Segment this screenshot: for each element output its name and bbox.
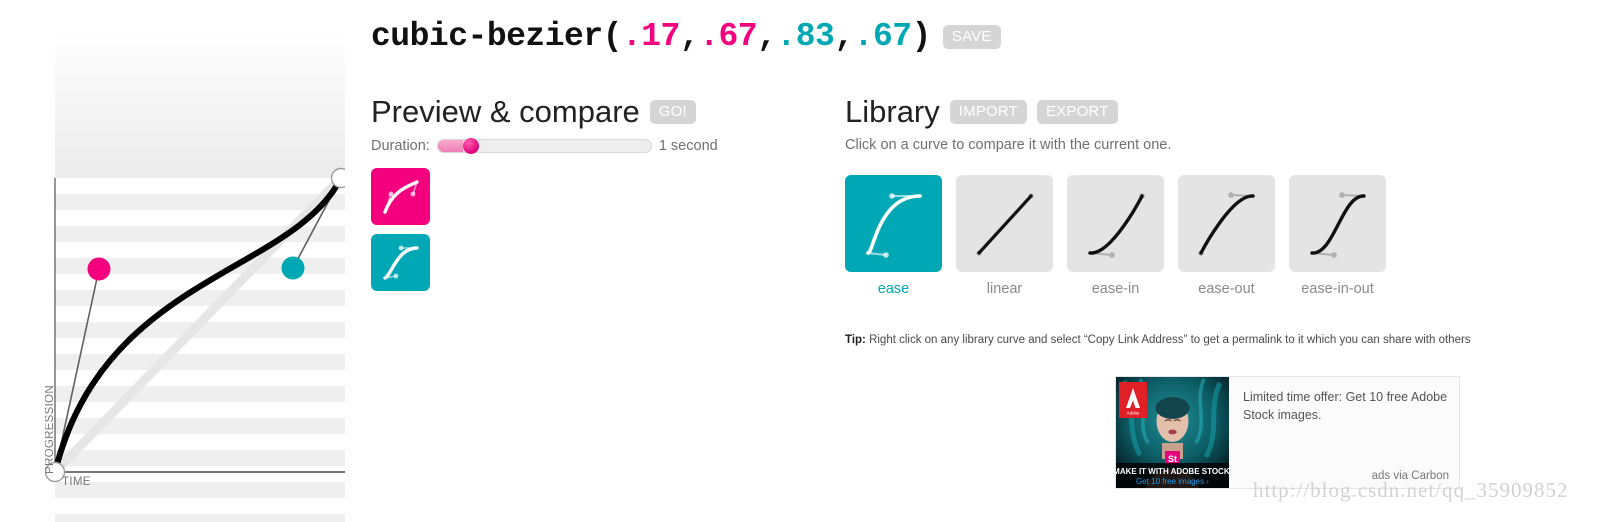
bezier-p2y-value[interactable]: .67 [854, 18, 912, 55]
duration-slider-fill [437, 139, 464, 152]
tip-prefix: Tip: [845, 334, 866, 346]
bezier-close-paren: ) [911, 18, 932, 55]
duration-value: 1 second [658, 137, 718, 154]
control-point-1-handle[interactable] [87, 257, 111, 281]
library-item-ease-out[interactable]: ease-out [1178, 174, 1275, 297]
svg-text:MAKE IT WITH ADOBE STOCK.: MAKE IT WITH ADOBE STOCK. [1116, 467, 1229, 476]
x-axis-label: TIME [62, 476, 91, 488]
ad-headline[interactable]: Limited time offer: Get 10 free Adobe St… [1243, 389, 1449, 425]
preview-swatch-compare[interactable] [371, 233, 430, 291]
library-header: Library IMPORT EXPORT [845, 94, 1386, 129]
library-grid: ease linear ease-in ease-out ease-in-out [845, 174, 1386, 297]
watermark-text: http://blog.csdn.net/qq_35909852 [1253, 478, 1569, 502]
bezier-title-row: cubic-bezier(.17,.67,.83,.67) SAVE [371, 18, 1001, 55]
library-label-ease-in-out: ease-in-out [1301, 280, 1374, 297]
library-label-ease-in: ease-in [1091, 280, 1140, 297]
bezier-comma-3: , [834, 18, 854, 55]
bezier-comma-2: , [757, 18, 777, 55]
library-item-ease-in-out[interactable]: ease-in-out [1289, 174, 1386, 297]
go-button[interactable]: GO! [649, 100, 696, 125]
duration-label: Duration: [371, 137, 430, 154]
library-subtitle: Click on a curve to compare it with the … [845, 136, 1172, 153]
library-section: Library IMPORT EXPORT Click on a curve t… [845, 94, 1386, 297]
library-label-ease-out: ease-out [1198, 280, 1255, 297]
duration-slider[interactable] [436, 137, 652, 154]
preview-swatch-current[interactable] [371, 167, 430, 225]
svg-text:St: St [1168, 454, 1177, 464]
control-point-2-handle[interactable] [281, 256, 305, 280]
bezier-comma-1: , [679, 18, 700, 55]
preview-compare-section: Preview & compare GO! Duration: 1 second [371, 94, 801, 300]
library-thumb-ease [845, 174, 942, 272]
import-button[interactable]: IMPORT [949, 100, 1028, 125]
library-thumb-ease-out [1178, 174, 1275, 272]
library-thumb-ease-in-out [1289, 174, 1386, 272]
preview-title: Preview & compare [371, 94, 640, 129]
duration-row: Duration: 1 second [371, 137, 801, 154]
library-title: Library [845, 94, 940, 129]
library-thumb-linear [956, 174, 1053, 272]
export-button[interactable]: EXPORT [1037, 100, 1118, 125]
library-thumb-ease-in [1067, 174, 1164, 272]
curve-end-point[interactable] [330, 167, 346, 189]
library-label-linear: linear [986, 280, 1023, 297]
bezier-p1y-value[interactable]: .67 [699, 18, 757, 55]
library-item-linear[interactable]: linear [956, 174, 1053, 297]
tip-body: Right click on any library curve and sel… [865, 334, 1471, 346]
y-axis-label: PROGRESSION [45, 385, 56, 474]
save-button[interactable]: SAVE [942, 24, 1001, 49]
library-item-ease-in[interactable]: ease-in [1067, 174, 1164, 297]
library-item-ease[interactable]: ease [845, 174, 942, 297]
bezier-p1x-value[interactable]: .17 [622, 18, 680, 55]
bezier-curve-editor[interactable]: PROGRESSION TIME [45, 30, 345, 522]
library-label-ease: ease [877, 280, 910, 297]
bezier-p2x-value[interactable]: .83 [776, 18, 834, 55]
duration-slider-thumb[interactable] [463, 137, 480, 154]
ad-image[interactable]: St Adobe MAKE IT WITH ADOBE STOCK. Get 1… [1116, 377, 1229, 488]
overshoot-zone [55, 30, 345, 178]
preview-header: Preview & compare GO! [371, 94, 801, 129]
bezier-function-name: cubic-bezier( [371, 18, 622, 55]
bezier-function-title[interactable]: cubic-bezier(.17,.67,.83,.67) [371, 18, 931, 55]
ad-text-block: Limited time offer: Get 10 free Adobe St… [1229, 377, 1459, 488]
ad-banner[interactable]: St Adobe MAKE IT WITH ADOBE STOCK. Get 1… [1115, 376, 1460, 489]
svg-text:Get 10 free images ›: Get 10 free images › [1136, 477, 1209, 486]
preview-swatches [371, 167, 801, 291]
svg-text:Adobe: Adobe [1127, 411, 1140, 416]
grid-stripes [55, 178, 345, 522]
tip-text: Tip: Right click on any library curve an… [845, 334, 1471, 346]
